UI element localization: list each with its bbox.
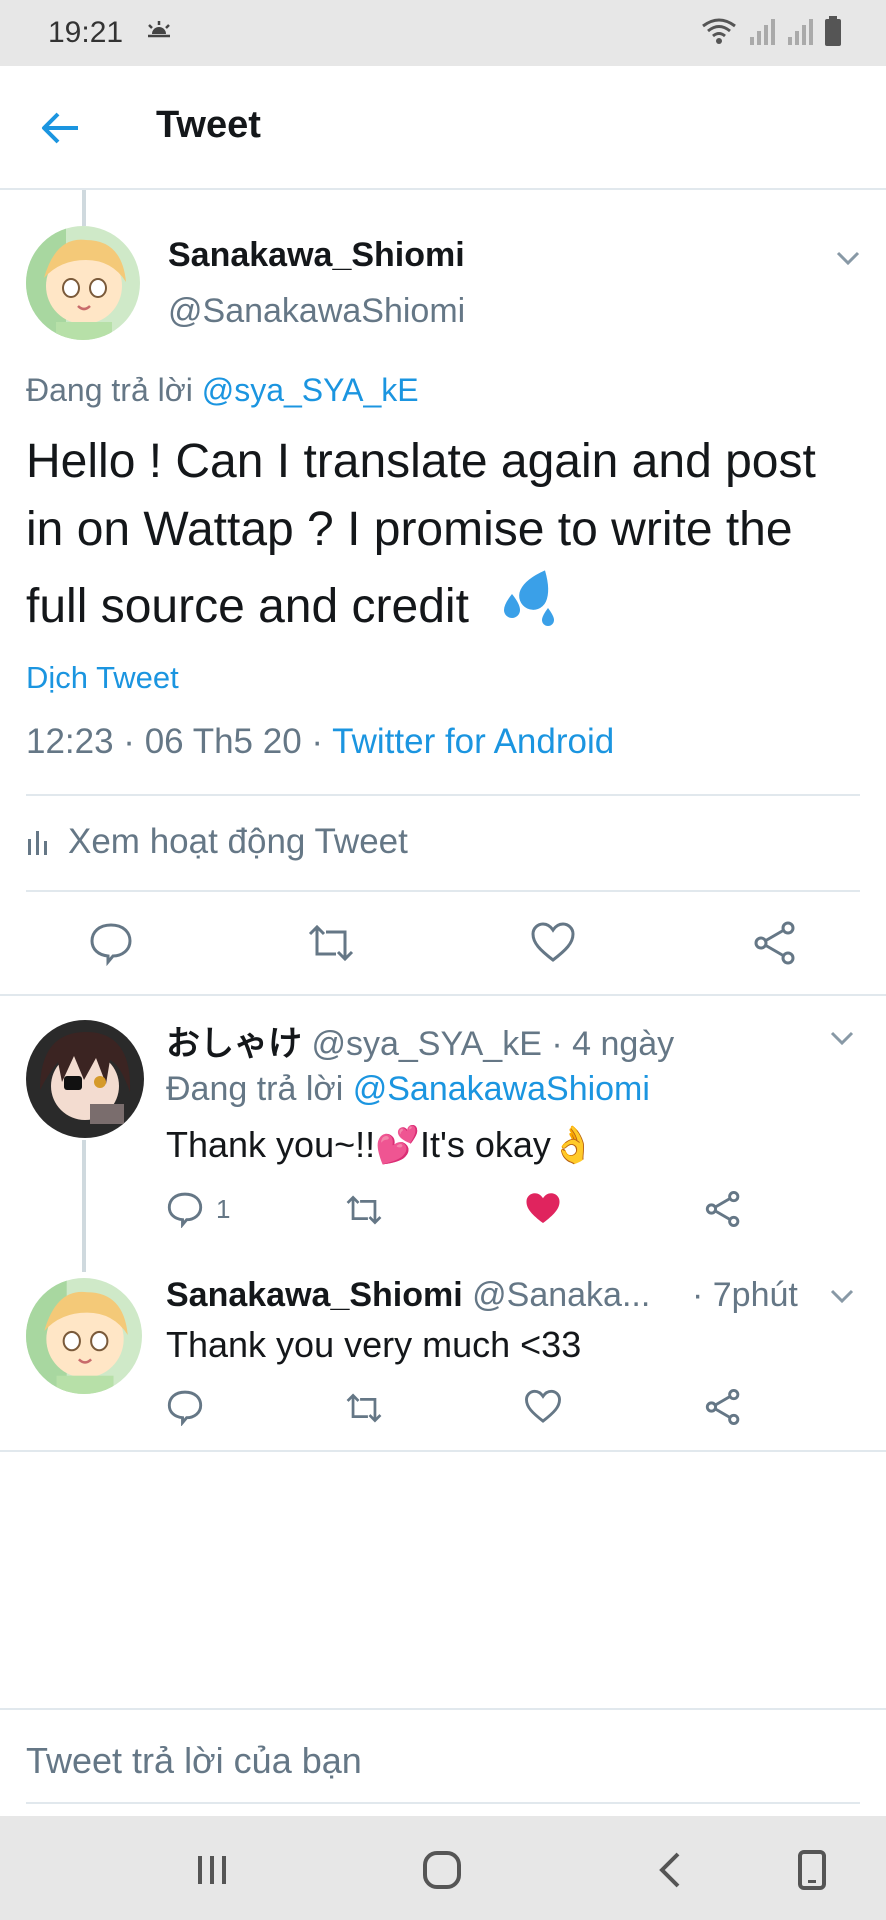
chevron-down-icon[interactable]: [832, 242, 864, 274]
back-icon[interactable]: [648, 1846, 696, 1894]
avatar[interactable]: [26, 1020, 144, 1138]
retweet-icon[interactable]: [306, 920, 356, 966]
status-bar: 19:21: [0, 0, 886, 66]
analytics-icon: [28, 831, 47, 855]
reply-handle: @Sanaka...: [472, 1276, 651, 1314]
keyboard-switch-icon[interactable]: [788, 1846, 836, 1894]
recent-apps-icon[interactable]: [188, 1846, 236, 1894]
divider: [0, 1450, 886, 1452]
translate-tweet-link[interactable]: Dịch Tweet: [26, 660, 179, 696]
ok-hand-emoji: 👌: [550, 1124, 596, 1165]
author-handle[interactable]: @SanakawaShiomi: [168, 292, 465, 331]
two-hearts-emoji: 💕: [375, 1124, 420, 1165]
divider: [26, 794, 860, 796]
reply-text: Thank you~!!💕It's okay👌: [166, 1124, 596, 1166]
status-icons: [700, 16, 842, 46]
system-nav-bar: [0, 1816, 886, 1920]
liked-heart-icon[interactable]: [524, 1190, 562, 1228]
signal-icon: [750, 19, 775, 45]
replying-to: Đang trả lời @sya_SYA_kE: [26, 372, 419, 409]
retweet-icon[interactable]: [344, 1192, 384, 1228]
replying-to: Đang trả lời @SanakawaShiomi: [166, 1070, 650, 1109]
retweet-icon[interactable]: [344, 1390, 384, 1426]
replying-handle-link[interactable]: @SanakawaShiomi: [353, 1070, 650, 1108]
reply-author-name[interactable]: おしゃけ: [166, 1025, 302, 1063]
reply-text: Thank you very much <33: [166, 1324, 582, 1365]
page-title: Tweet: [156, 104, 261, 146]
replying-prefix: Đang trả lời: [26, 372, 193, 408]
reply-button[interactable]: 1: [166, 1190, 230, 1228]
sweat-droplets-emoji: [500, 564, 564, 647]
reply-icon: [167, 1192, 203, 1228]
tweet-activity-label: Xem hoạt động Tweet: [68, 822, 408, 861]
replying-handle-link[interactable]: @sya_SYA_kE: [202, 372, 419, 408]
tweet-actions: [0, 912, 886, 972]
like-icon[interactable]: [524, 1388, 562, 1426]
reply-author: おしゃけ @sya_SYA_kE · 4 ngày: [166, 1016, 674, 1065]
tweet-activity-button[interactable]: Xem hoạt động Tweet: [26, 822, 408, 862]
divider: [26, 890, 860, 892]
battery-icon: [825, 16, 841, 46]
like-icon[interactable]: [530, 920, 576, 966]
avatar-art-icon: [26, 1020, 144, 1138]
divider: [0, 994, 886, 996]
reply-icon[interactable]: [166, 1388, 204, 1426]
back-arrow-icon[interactable]: [36, 104, 84, 152]
tweet-text-content: Hello ! Can I translate again and post i…: [26, 435, 816, 633]
chevron-down-icon[interactable]: [826, 1280, 858, 1312]
reply-actions: 1: [0, 1186, 886, 1246]
avatar[interactable]: [26, 226, 140, 340]
reply-icon[interactable]: [88, 920, 134, 966]
reply-actions: [0, 1384, 886, 1444]
status-time: 19:21: [48, 16, 124, 49]
reply-author: Sanakawa_Shiomi @Sanaka...: [166, 1276, 650, 1315]
avatar-art-icon: [26, 1278, 142, 1394]
tweet-meta: 12:23 · 06 Th5 20 · Twitter for Android: [26, 722, 614, 762]
composer-underline: [26, 1802, 860, 1804]
weather-icon: [147, 21, 171, 44]
app-header: Tweet: [0, 66, 886, 190]
home-icon[interactable]: [418, 1846, 466, 1894]
author-name[interactable]: Sanakawa_Shiomi: [168, 236, 465, 275]
thread-line-top: [82, 190, 86, 226]
tweet-text: Hello ! Can I translate again and post i…: [26, 428, 846, 647]
share-icon[interactable]: [704, 1190, 742, 1228]
reply-time: · 7phút: [692, 1276, 798, 1314]
chevron-down-icon[interactable]: [826, 1022, 858, 1054]
share-icon[interactable]: [752, 920, 798, 966]
replying-prefix: Đang trả lời: [166, 1070, 344, 1108]
divider: [0, 1708, 886, 1710]
reply-handle-time: @sya_SYA_kE · 4 ngày: [311, 1025, 675, 1063]
reply-text-part: It's okay: [419, 1124, 551, 1165]
avatar-art-icon: [26, 226, 140, 340]
tweet-source-link[interactable]: Twitter for Android: [332, 722, 614, 761]
signal-icon-2: [788, 19, 813, 45]
share-icon[interactable]: [704, 1388, 742, 1426]
reply-author-name[interactable]: Sanakawa_Shiomi: [166, 1276, 463, 1314]
avatar[interactable]: [26, 1278, 142, 1394]
reply-text-part: Thank you~!!: [166, 1124, 376, 1165]
tweet-timestamp: 12:23 · 06 Th5 20 ·: [26, 722, 324, 761]
reply-count: 1: [216, 1193, 231, 1224]
reply-composer-input[interactable]: Tweet trả lời của bạn: [26, 1740, 362, 1782]
wifi-icon: [702, 18, 736, 44]
